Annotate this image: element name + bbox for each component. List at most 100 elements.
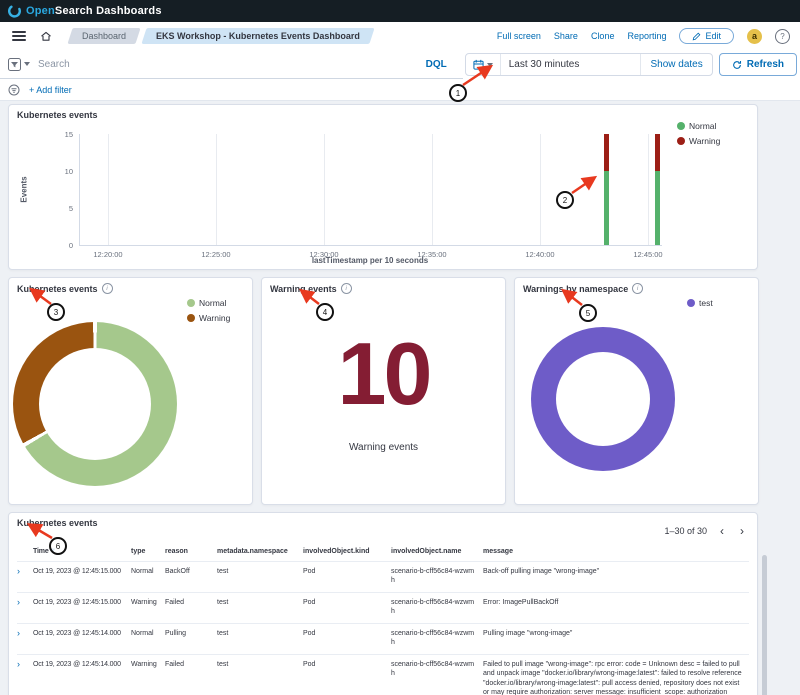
- dashboard-content: Kubernetes events 15 10 5 0 Events 12:20…: [0, 100, 800, 695]
- filter-bar: + Add filter: [0, 79, 800, 101]
- legend-item-warning[interactable]: Warning: [187, 313, 230, 323]
- cell-kind: Pod: [303, 567, 391, 577]
- chevron-down-icon: [24, 62, 30, 66]
- top-brand-bar: OpenSearch Dashboards: [0, 0, 800, 22]
- dql-selector[interactable]: DQL: [416, 59, 457, 70]
- panel-title[interactable]: Warning eventsi: [270, 283, 352, 294]
- table-row: › Oct 19, 2023 @ 12:45:15.000 Normal Bac…: [17, 561, 749, 592]
- y-axis-label: Events: [20, 176, 29, 202]
- bar-segment-warning[interactable]: [604, 134, 609, 171]
- pagination: 1–30 of 30 ‹ ›: [664, 525, 747, 537]
- info-icon[interactable]: i: [341, 283, 352, 294]
- bar-segment-normal[interactable]: [604, 171, 609, 245]
- calendar-icon[interactable]: [466, 54, 501, 75]
- breadcrumb-current-dashboard[interactable]: EKS Workshop - Kubernetes Events Dashboa…: [144, 28, 372, 44]
- column-header-namespace: metadata.namespace: [217, 547, 303, 557]
- breadcrumb: Dashboard EKS Workshop - Kubernetes Even…: [70, 28, 372, 44]
- cell-type: Normal: [131, 567, 165, 577]
- cell-time: Oct 19, 2023 @ 12:45:15.000: [33, 567, 131, 577]
- time-range-value[interactable]: Last 30 minutes: [501, 59, 641, 70]
- table-header-row: Time ▼ type reason metadata.namespace in…: [17, 544, 749, 561]
- pencil-icon: [692, 32, 701, 41]
- refresh-button[interactable]: Refresh: [719, 53, 797, 76]
- column-header-name: involvedObject.name: [391, 547, 483, 557]
- cell-namespace: test: [217, 567, 303, 577]
- panel-title[interactable]: Kubernetes events: [17, 518, 98, 528]
- panel-kubernetes-events-table: Kubernetes events 1–30 of 30 ‹ › Time ▼ …: [8, 512, 758, 695]
- cell-reason: Failed: [165, 660, 217, 670]
- cell-type: Warning: [131, 660, 165, 670]
- column-header-time[interactable]: Time ▼: [33, 547, 131, 557]
- query-bar: DQL Last 30 minutes Show dates Refresh: [0, 50, 800, 80]
- next-page-icon[interactable]: ›: [737, 525, 747, 537]
- date-picker: Last 30 minutes Show dates: [465, 53, 713, 76]
- reporting-link[interactable]: Reporting: [627, 31, 666, 41]
- opensearch-dashboards-app: OpenSearch Dashboards Dashboard EKS Work…: [0, 0, 800, 695]
- share-link[interactable]: Share: [554, 31, 578, 41]
- panel-warnings-by-namespace: Warnings by namespacei test: [514, 277, 759, 505]
- legend-item-warning[interactable]: Warning: [677, 136, 720, 146]
- app-title: OpenSearch Dashboards: [26, 5, 162, 17]
- navbar-actions: Full screen Share Clone Reporting Edit a…: [497, 28, 792, 44]
- column-header-reason: reason: [165, 547, 217, 557]
- page-scrollbar[interactable]: [762, 555, 767, 695]
- bar-segment-warning[interactable]: [655, 134, 660, 171]
- expand-row-icon[interactable]: ›: [17, 629, 20, 637]
- previous-page-icon[interactable]: ‹: [717, 525, 727, 537]
- menu-icon[interactable]: [12, 31, 26, 41]
- legend-item-normal[interactable]: Normal: [677, 121, 720, 131]
- donut-legend: test: [687, 298, 713, 308]
- cell-name: scenario-b-cff56c84-wzwmh: [391, 629, 483, 648]
- cell-time: Oct 19, 2023 @ 12:45:14.000: [33, 629, 131, 639]
- cell-time: Oct 19, 2023 @ 12:45:15.000: [33, 598, 131, 608]
- chart-legend: Normal Warning: [677, 121, 720, 146]
- opensearch-logo-icon: [8, 5, 21, 18]
- info-icon[interactable]: i: [632, 283, 643, 294]
- expand-row-icon[interactable]: ›: [17, 598, 20, 606]
- panel-title[interactable]: Warnings by namespacei: [523, 283, 643, 294]
- cell-message: Pulling image "wrong-image": [483, 629, 749, 639]
- legend-dot: [677, 137, 685, 145]
- table-row: › Oct 19, 2023 @ 12:45:14.000 Warning Fa…: [17, 654, 749, 695]
- chevron-down-icon: [487, 63, 493, 67]
- panel-title[interactable]: Kubernetes eventsi: [17, 283, 113, 294]
- column-header-message: message: [483, 547, 749, 557]
- namespace-donut-chart[interactable]: [531, 327, 675, 471]
- saved-query-icon[interactable]: [8, 58, 30, 71]
- table-row: › Oct 19, 2023 @ 12:45:14.000 Normal Pul…: [17, 623, 749, 654]
- expand-row-icon[interactable]: ›: [17, 660, 20, 668]
- show-dates-link[interactable]: Show dates: [640, 54, 711, 75]
- user-avatar[interactable]: a: [747, 29, 762, 44]
- clone-link[interactable]: Clone: [591, 31, 615, 41]
- expand-row-icon[interactable]: ›: [17, 567, 20, 575]
- panel-title[interactable]: Kubernetes events: [17, 110, 98, 120]
- events-donut-chart[interactable]: [13, 322, 177, 486]
- cell-message: Error: ImagePullBackOff: [483, 598, 749, 608]
- search-input[interactable]: [36, 58, 410, 71]
- x-axis-title: lastTimestamp per 10 seconds: [79, 256, 661, 265]
- bar-segment-normal[interactable]: [655, 171, 660, 245]
- y-axis-tick: 5: [51, 204, 73, 213]
- legend-item-test[interactable]: test: [687, 298, 713, 308]
- y-axis-tick: 15: [51, 130, 73, 139]
- legend-dot: [187, 299, 195, 307]
- cell-reason: Failed: [165, 598, 217, 608]
- breadcrumb-dashboard[interactable]: Dashboard: [70, 28, 138, 44]
- table-row: › Oct 19, 2023 @ 12:45:15.000 Warning Fa…: [17, 592, 749, 623]
- home-icon[interactable]: [40, 30, 52, 42]
- cell-type: Warning: [131, 598, 165, 608]
- column-header-kind: involvedObject.kind: [303, 547, 391, 557]
- help-icon[interactable]: ?: [775, 29, 790, 44]
- info-icon[interactable]: i: [102, 283, 113, 294]
- add-filter-link[interactable]: + Add filter: [29, 85, 72, 95]
- full-screen-link[interactable]: Full screen: [497, 31, 541, 41]
- cell-name: scenario-b-cff56c84-wzwmh: [391, 598, 483, 617]
- legend-dot: [187, 314, 195, 322]
- donut-legend: Normal Warning: [187, 298, 230, 323]
- edit-button[interactable]: Edit: [679, 28, 734, 44]
- cell-namespace: test: [217, 598, 303, 608]
- bar-plot: [79, 134, 662, 246]
- filter-icon[interactable]: [8, 84, 20, 96]
- sort-desc-icon: ▼: [50, 548, 56, 554]
- legend-item-normal[interactable]: Normal: [187, 298, 230, 308]
